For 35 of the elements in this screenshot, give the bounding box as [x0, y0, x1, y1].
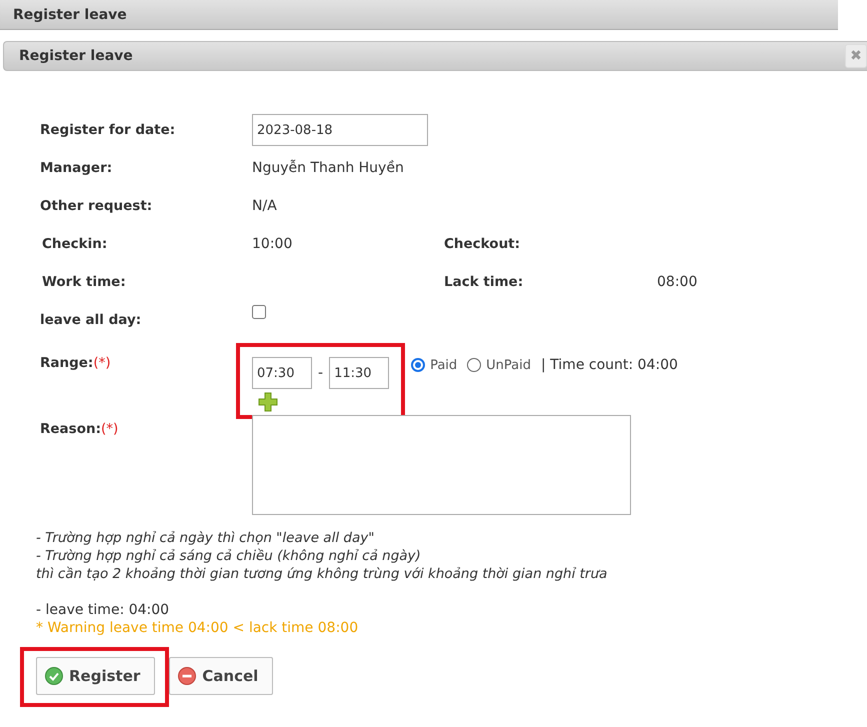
cancel-button[interactable]: Cancel — [169, 657, 274, 695]
field-label: Checkin: — [42, 236, 108, 252]
checkin-value: 10:00 — [252, 236, 292, 252]
note-text: - Trường hợp nghỉ cả ngày thì chọn "leave all day" — [36, 529, 376, 547]
reason-field[interactable] — [252, 415, 631, 515]
minus-icon — [178, 667, 196, 685]
confirm-button[interactable]: Register — [36, 657, 156, 695]
time-count: | Time count: 04:00 — [541, 357, 678, 373]
field-label: leave all day: — [40, 312, 142, 328]
check-icon — [45, 667, 63, 685]
field-label: Other request: — [40, 198, 152, 214]
note-text: - Trường hợp nghỉ cả sáng cả chiều (không nghỉ cả ngày) — [36, 547, 422, 565]
leave-all-day-checkbox[interactable] — [252, 305, 266, 319]
field-label: Manager: — [40, 160, 112, 176]
end-time-field[interactable]: 11:30 — [329, 357, 390, 389]
radio-option[interactable]: Paid — [411, 358, 458, 372]
field-label: Register for date: — [40, 122, 176, 138]
manager-name: Nguyễn Thanh Huyền — [252, 160, 404, 176]
note-text: thì cần tạo 2 khoảng thời gian tương ứng không trùng với khoảng thời gian nghỉ trưa — [36, 565, 608, 583]
lack-time-value: 08:00 — [657, 274, 698, 290]
date-field[interactable]: 2023-08-18 — [252, 114, 428, 146]
field-label: Work time: — [42, 274, 126, 290]
radio-option[interactable]: UnPaid — [467, 358, 531, 372]
field-label: Lack time: — [444, 274, 524, 290]
page-title: Register leave — [13, 6, 127, 22]
other-request-value: N/A — [252, 198, 277, 214]
start-time-field[interactable]: 07:30 — [252, 357, 312, 389]
field-label: Reason:(*) — [40, 421, 118, 437]
dialog-title: Register leave — [19, 48, 133, 64]
field-label: Range:(*) — [40, 355, 111, 371]
warning-text: * Warning leave time 04:00 < lack time 08:00 — [35, 619, 360, 637]
plus-icon[interactable] — [258, 392, 278, 412]
range-separator: - — [318, 365, 324, 381]
leave-time-text: - leave time: 04:00 — [35, 601, 170, 619]
field-label: Checkout: — [444, 236, 520, 252]
